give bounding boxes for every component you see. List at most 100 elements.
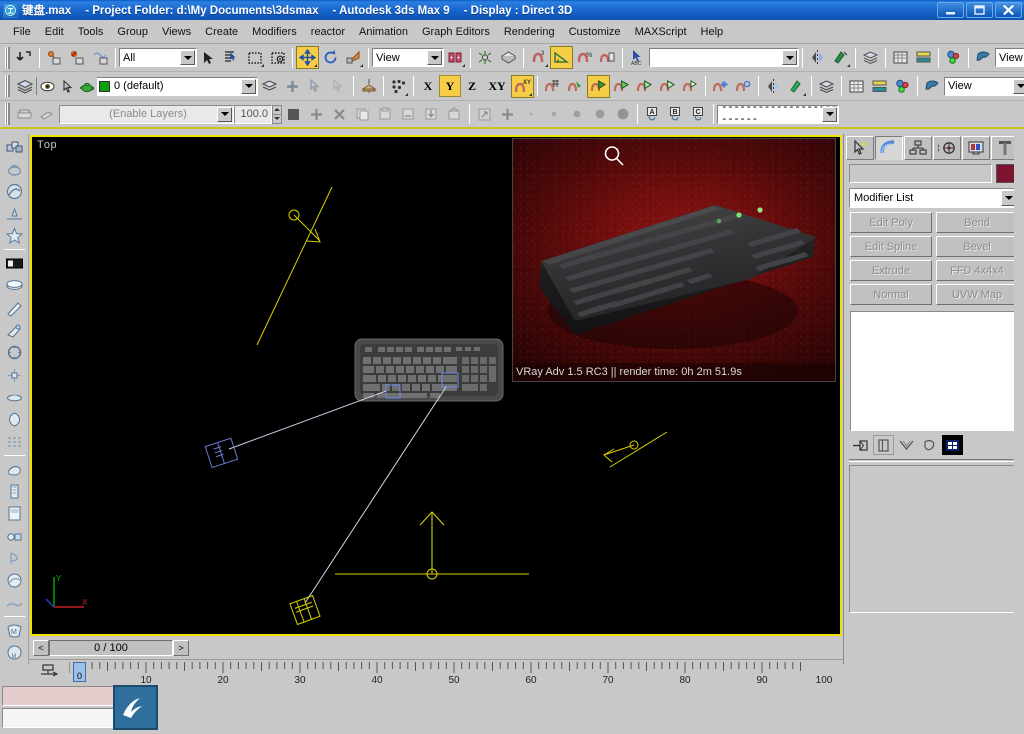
axis-constraint-xy[interactable]: XY	[483, 75, 511, 97]
layer-manager-toggle-icon[interactable]	[13, 74, 36, 98]
abc-a-icon[interactable]: A	[641, 102, 664, 126]
menu-modifiers[interactable]: Modifiers	[245, 23, 304, 41]
toolbar-grip[interactable]	[5, 75, 10, 97]
material-xray-icon[interactable]	[2, 570, 27, 592]
reference-coordinate-system-combo[interactable]: View	[372, 48, 444, 67]
modifier-bevel-button[interactable]: Bevel	[936, 236, 1018, 257]
material-editor-open-icon[interactable]	[891, 74, 914, 98]
layer-value-field[interactable]: 100.0	[234, 104, 272, 124]
minimize-button[interactable]	[937, 2, 964, 18]
mirror-icon[interactable]	[806, 46, 829, 69]
menu-reactor[interactable]: reactor	[304, 23, 352, 41]
color-clipboard-icon[interactable]	[2, 503, 27, 525]
make-unique-icon[interactable]	[896, 435, 917, 455]
layer-export-icon[interactable]	[443, 102, 466, 126]
time-slider-handle[interactable]: 0	[73, 662, 86, 682]
use-pivot-point-center-icon[interactable]	[444, 46, 467, 69]
reactor-point1-icon[interactable]	[519, 102, 542, 126]
chevron-down-icon[interactable]	[1013, 78, 1024, 94]
material-editor-icon[interactable]	[942, 46, 965, 69]
modifier-bend-button[interactable]: Bend	[936, 212, 1018, 233]
layer-select-arrow-icon[interactable]	[57, 76, 77, 96]
render-scene-icon[interactable]	[921, 74, 944, 98]
command-panel-scrollbar[interactable]	[1014, 134, 1024, 664]
mapscaler-icon[interactable]	[2, 592, 27, 614]
layer-add-icon[interactable]	[281, 74, 304, 98]
flyout-arrow-icon[interactable]	[405, 92, 408, 96]
snap-toggle-3-icon[interactable]: 3	[527, 46, 550, 69]
layer-select-objects-icon[interactable]	[304, 74, 327, 98]
use-transform-center-icon[interactable]	[357, 74, 380, 98]
layer-value-spinner[interactable]	[272, 104, 282, 124]
flyout-arrow-icon[interactable]	[529, 92, 532, 96]
layer-add-plus-icon[interactable]	[305, 102, 328, 126]
pin-stack-icon[interactable]	[850, 435, 871, 455]
layer-import-icon[interactable]	[420, 102, 443, 126]
menu-help[interactable]: Help	[694, 23, 731, 41]
render-scene-dialog-icon[interactable]	[972, 46, 995, 69]
select-and-link-icon[interactable]	[43, 46, 66, 69]
camera-match-icon[interactable]	[2, 480, 27, 502]
schematic-view-dialog-icon[interactable]	[868, 74, 891, 98]
light-lister-icon[interactable]	[2, 342, 27, 364]
flyout-arrow-icon[interactable]	[847, 64, 850, 67]
select-by-name-icon[interactable]	[220, 46, 243, 69]
layer-remove-icon[interactable]	[327, 74, 350, 98]
flyout-arrow-icon[interactable]	[314, 64, 317, 67]
window-crossing-toggle-icon[interactable]	[266, 46, 289, 69]
resource-collector-icon[interactable]	[2, 458, 27, 480]
material-manager-icon[interactable]: M	[2, 642, 27, 664]
select-and-rotate-icon[interactable]	[319, 46, 342, 69]
snaps-grid-icon[interactable]	[541, 74, 564, 98]
open-mini-curve-editor-icon[interactable]	[39, 663, 59, 684]
spacing-tool-icon[interactable]	[2, 181, 27, 203]
toolbar-grip[interactable]	[5, 103, 10, 125]
render-viewport-combo[interactable]: View	[944, 76, 1024, 96]
motion-tab[interactable]	[933, 136, 961, 160]
keyboard-shortcut-override-icon[interactable]	[497, 46, 520, 69]
axis-constraint-x[interactable]: X	[417, 75, 439, 97]
close-button[interactable]	[995, 2, 1022, 18]
menu-tools[interactable]: Tools	[71, 23, 111, 41]
modifier-list-combo[interactable]: Modifier List	[849, 188, 1019, 208]
undo-icon[interactable]	[13, 46, 36, 69]
object-name-field[interactable]	[849, 164, 992, 183]
modifier-stack-list[interactable]	[850, 311, 1018, 431]
menu-file[interactable]: File	[6, 23, 38, 41]
modify-tab[interactable]	[875, 136, 903, 160]
abc-c-icon[interactable]: C	[687, 102, 710, 126]
current-frame-display[interactable]: 0 / 100	[49, 640, 173, 656]
create-tab[interactable]	[846, 136, 874, 160]
chevron-down-icon[interactable]	[822, 106, 837, 122]
chevron-down-icon[interactable]	[180, 50, 195, 65]
unlink-selection-icon[interactable]	[66, 46, 89, 69]
align-icon[interactable]	[829, 46, 852, 69]
percent-snap-toggle-icon[interactable]: %	[573, 46, 596, 69]
snaps-bounding-box-icon[interactable]	[679, 74, 702, 98]
named-selection-sets-combo[interactable]	[649, 48, 799, 67]
snaps-edge-icon[interactable]	[610, 74, 633, 98]
modifier-ffd-button[interactable]: FFD 4x4x4	[936, 260, 1018, 281]
axis-constraint-plane-icon[interactable]: XY	[511, 74, 534, 98]
layer-paste-icon[interactable]	[374, 102, 397, 126]
polygon-counter-icon[interactable]	[2, 409, 27, 431]
hierarchy-tab[interactable]	[904, 136, 932, 160]
layer-properties-icon[interactable]	[258, 74, 281, 98]
enable-layers-combo[interactable]: (Enable Layers)	[59, 104, 234, 124]
next-frame-arrow[interactable]: >	[173, 640, 189, 656]
grid-nudge-icon[interactable]	[2, 386, 27, 408]
snaps-pivot-icon[interactable]	[656, 74, 679, 98]
layer-paint-icon[interactable]	[36, 102, 59, 126]
axis-constraint-z[interactable]: Z	[461, 75, 483, 97]
flyout-arrow-icon[interactable]	[545, 64, 548, 67]
chevron-down-icon[interactable]	[241, 78, 256, 94]
menu-rendering[interactable]: Rendering	[497, 23, 562, 41]
snaps-midpoint-icon[interactable]	[633, 74, 656, 98]
reactor-point3-icon[interactable]	[565, 102, 588, 126]
abc-list-combo[interactable]: -------------------------	[717, 102, 839, 126]
menu-group[interactable]: Group	[110, 23, 155, 41]
layer-combo[interactable]: 0 (default)	[36, 76, 258, 96]
rectangular-selection-region-icon[interactable]	[243, 46, 266, 69]
array-tool-icon[interactable]	[387, 74, 410, 98]
prev-frame-arrow[interactable]: <	[33, 640, 49, 656]
